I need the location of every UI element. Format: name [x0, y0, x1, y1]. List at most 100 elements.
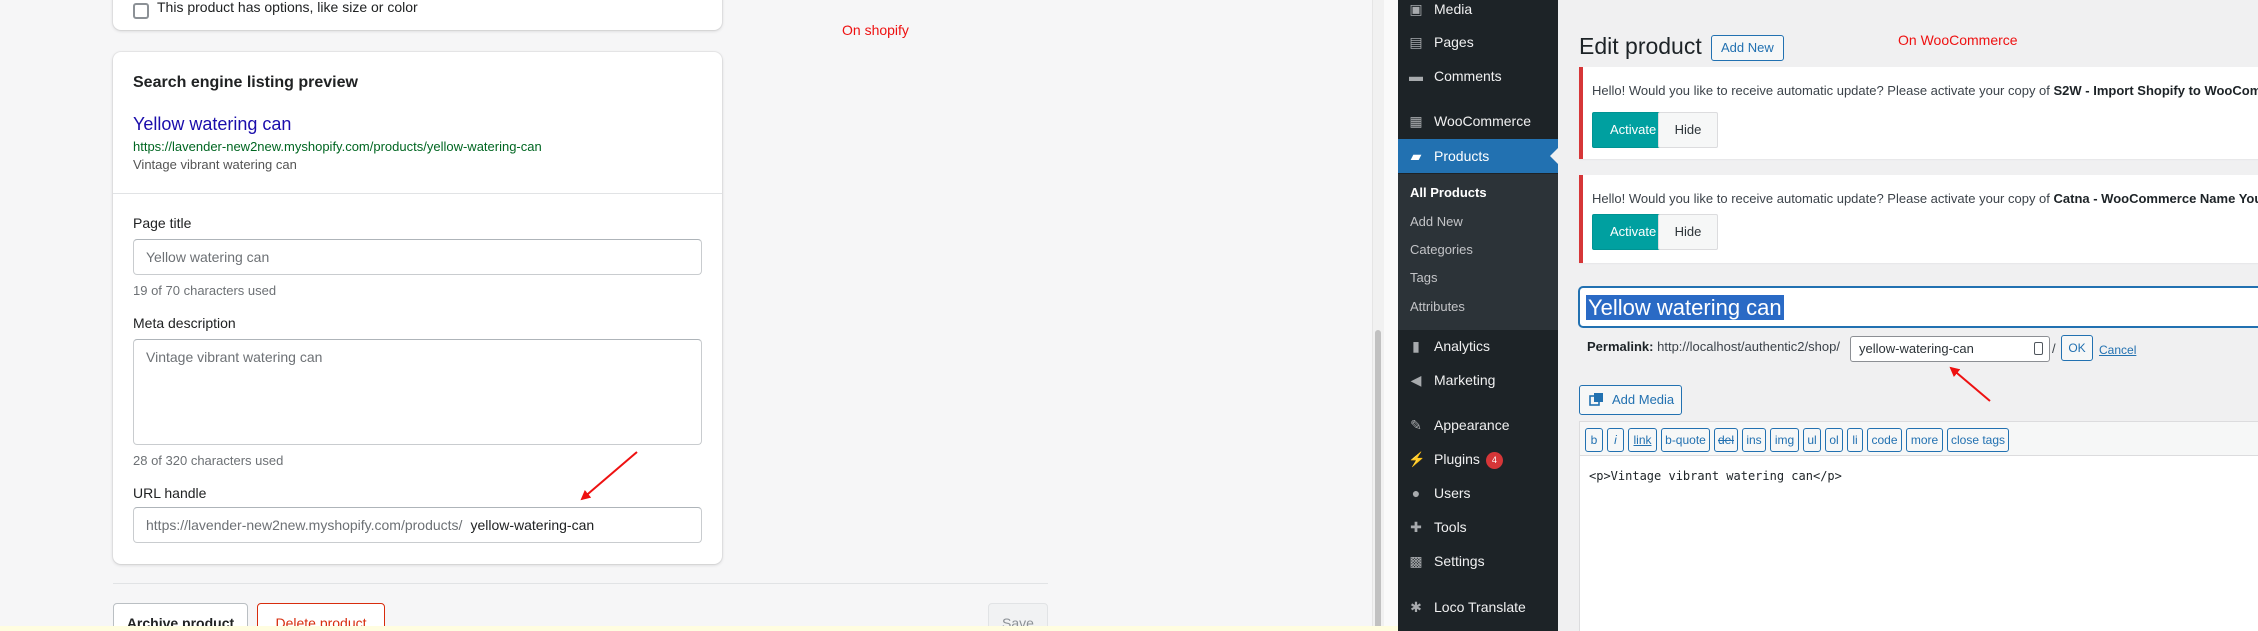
qt-li-button[interactable]: li — [1847, 428, 1863, 452]
panel-separator — [1384, 0, 1398, 631]
menu-item-woocommerce[interactable]: ▦ WooCommerce — [1398, 104, 1558, 138]
products-submenu: All Products Add New Categories Tags Att… — [1398, 174, 1558, 330]
menu-label: Analytics — [1434, 338, 1491, 354]
slug-ok-button[interactable]: OK — [2061, 335, 2093, 361]
update-notice-s2w: Hello! Would you like to receive automat… — [1579, 67, 2258, 159]
update-notice-catna: Hello! Would you like to receive automat… — [1579, 175, 2258, 263]
submenu-tags[interactable]: Tags — [1410, 270, 1437, 285]
submenu-attributes[interactable]: Attributes — [1410, 299, 1465, 314]
menu-label: Settings — [1434, 553, 1485, 569]
url-handle-value[interactable]: yellow-watering-can — [470, 517, 594, 533]
qt-close-tags-button[interactable]: close tags — [1947, 428, 2009, 452]
footer-divider — [113, 583, 1048, 584]
appearance-icon: ✎ — [1410, 417, 1422, 433]
seo-preview-url: https://lavender-new2new.myshopify.com/p… — [133, 139, 542, 154]
options-checkbox-label: This product has options, like size or c… — [157, 0, 418, 15]
menu-label: Plugins — [1434, 451, 1480, 467]
pages-icon: ▤ — [1409, 34, 1423, 50]
qt-img-button[interactable]: img — [1770, 428, 1799, 452]
loco-translate-icon: ✱ — [1410, 599, 1422, 615]
product-title-input[interactable]: Yellow watering can — [1579, 287, 2258, 327]
qt-link-button[interactable]: link — [1628, 428, 1657, 452]
permalink-row: Permalink: http://localhost/authentic2/s… — [1587, 339, 1840, 354]
seo-card: Search engine listing preview Yellow wat… — [113, 52, 722, 564]
shopify-panel: This product has options, like size or c… — [0, 0, 1384, 631]
submenu-all-products[interactable]: All Products — [1410, 185, 1487, 200]
products-icon: ▰ — [1410, 148, 1422, 164]
menu-label: Products — [1434, 148, 1490, 164]
menu-item-plugins[interactable]: ⚡ Plugins 4 — [1398, 442, 1558, 476]
permalink-base: http://localhost/authentic2/shop/ — [1657, 339, 1840, 354]
menu-item-settings[interactable]: ▩ Settings — [1398, 544, 1558, 578]
qt-more-button[interactable]: more — [1906, 428, 1943, 452]
content-editor: b i link b-quote del ins img ul ol li co… — [1579, 421, 2258, 631]
seo-divider — [113, 193, 722, 194]
qt-code-button[interactable]: code — [1867, 428, 1902, 452]
add-new-button[interactable]: Add New — [1711, 35, 1784, 61]
hide-button[interactable]: Hide — [1658, 112, 1718, 148]
tools-icon: ✚ — [1410, 519, 1422, 535]
menu-label: Loco Translate — [1434, 599, 1526, 615]
add-media-button[interactable]: Add Media — [1579, 385, 1682, 415]
page-title-label: Page title — [133, 215, 192, 231]
url-handle-input[interactable]: https://lavender-new2new.myshopify.com/p… — [133, 507, 702, 543]
menu-item-analytics[interactable]: ▮ Analytics — [1398, 329, 1558, 363]
qt-del-button[interactable]: del — [1714, 428, 1738, 452]
menu-item-comments[interactable]: ▬ Comments — [1398, 59, 1558, 93]
menu-label: Comments — [1434, 68, 1502, 84]
submenu-categories[interactable]: Categories — [1410, 242, 1473, 257]
page-title-input[interactable]: Yellow watering can — [133, 239, 702, 275]
notice-text: Hello! Would you like to receive automat… — [1592, 191, 2258, 206]
woocommerce-icon: ▦ — [1409, 113, 1423, 129]
menu-label: Tools — [1434, 519, 1467, 535]
page-heading: Edit product — [1579, 33, 1702, 59]
seo-preview-title: Yellow watering can — [133, 114, 292, 134]
clipboard-icon — [2034, 342, 2043, 355]
slug-value: yellow-watering-can — [1859, 341, 1974, 356]
menu-item-pages[interactable]: ▤ Pages — [1398, 25, 1558, 59]
seo-preview-description: Vintage vibrant watering can — [133, 157, 297, 172]
add-media-icon — [1589, 393, 1603, 406]
quicktags-toolbar: b i link b-quote del ins img ul ol li co… — [1580, 422, 2258, 456]
product-title-selected-text: Yellow watering can — [1586, 295, 1784, 320]
plugins-update-badge: 4 — [1485, 452, 1503, 469]
notice-text: Hello! Would you like to receive automat… — [1592, 83, 2258, 98]
hide-button[interactable]: Hide — [1658, 214, 1718, 250]
menu-item-loco-translate[interactable]: ✱ Loco Translate — [1398, 590, 1558, 624]
shopify-annotation: On shopify — [842, 22, 909, 38]
menu-label: Appearance — [1434, 417, 1510, 433]
bottom-strip — [0, 626, 1398, 631]
menu-item-tools[interactable]: ✚ Tools — [1398, 510, 1558, 544]
woocommerce-edit-product: Edit product Add New On WooCommerce Hell… — [1558, 0, 2258, 631]
permalink-slash: / — [2052, 341, 2056, 356]
page-title-hint: 19 of 70 characters used — [133, 283, 277, 298]
meta-description-label: Meta description — [133, 315, 236, 331]
qt-ins-button[interactable]: ins — [1742, 428, 1766, 452]
submenu-add-new[interactable]: Add New — [1410, 214, 1463, 229]
qt-ol-button[interactable]: ol — [1825, 428, 1843, 452]
menu-item-media[interactable]: ▣ Media — [1398, 0, 1558, 26]
options-checkbox[interactable] — [133, 3, 149, 19]
editor-text[interactable]: <p>Vintage vibrant watering can</p> — [1589, 469, 1842, 483]
qt-bold-button[interactable]: b — [1585, 428, 1603, 452]
menu-item-appearance[interactable]: ✎ Appearance — [1398, 408, 1558, 442]
plugins-icon: ⚡ — [1408, 451, 1426, 467]
menu-label: Pages — [1434, 34, 1474, 50]
menu-item-users[interactable]: ● Users — [1398, 476, 1558, 510]
qt-bquote-button[interactable]: b-quote — [1661, 428, 1710, 452]
qt-italic-button[interactable]: i — [1607, 428, 1624, 452]
settings-icon: ▩ — [1409, 553, 1423, 569]
meta-description-hint: 28 of 320 characters used — [133, 453, 284, 468]
scrollbar-thumb[interactable] — [1375, 330, 1381, 631]
slug-input[interactable]: yellow-watering-can — [1850, 336, 2050, 362]
qt-ul-button[interactable]: ul — [1803, 428, 1821, 452]
slug-cancel-link[interactable]: Cancel — [2099, 343, 2136, 357]
menu-label: Marketing — [1434, 372, 1496, 388]
menu-item-products[interactable]: ▰ Products — [1398, 139, 1558, 173]
media-icon: ▣ — [1409, 1, 1423, 17]
menu-label: Users — [1434, 485, 1471, 501]
marketing-icon: ◀ — [1410, 372, 1422, 388]
users-icon: ● — [1411, 485, 1421, 501]
menu-item-marketing[interactable]: ◀ Marketing — [1398, 363, 1558, 397]
meta-description-input[interactable]: Vintage vibrant watering can — [133, 339, 702, 445]
